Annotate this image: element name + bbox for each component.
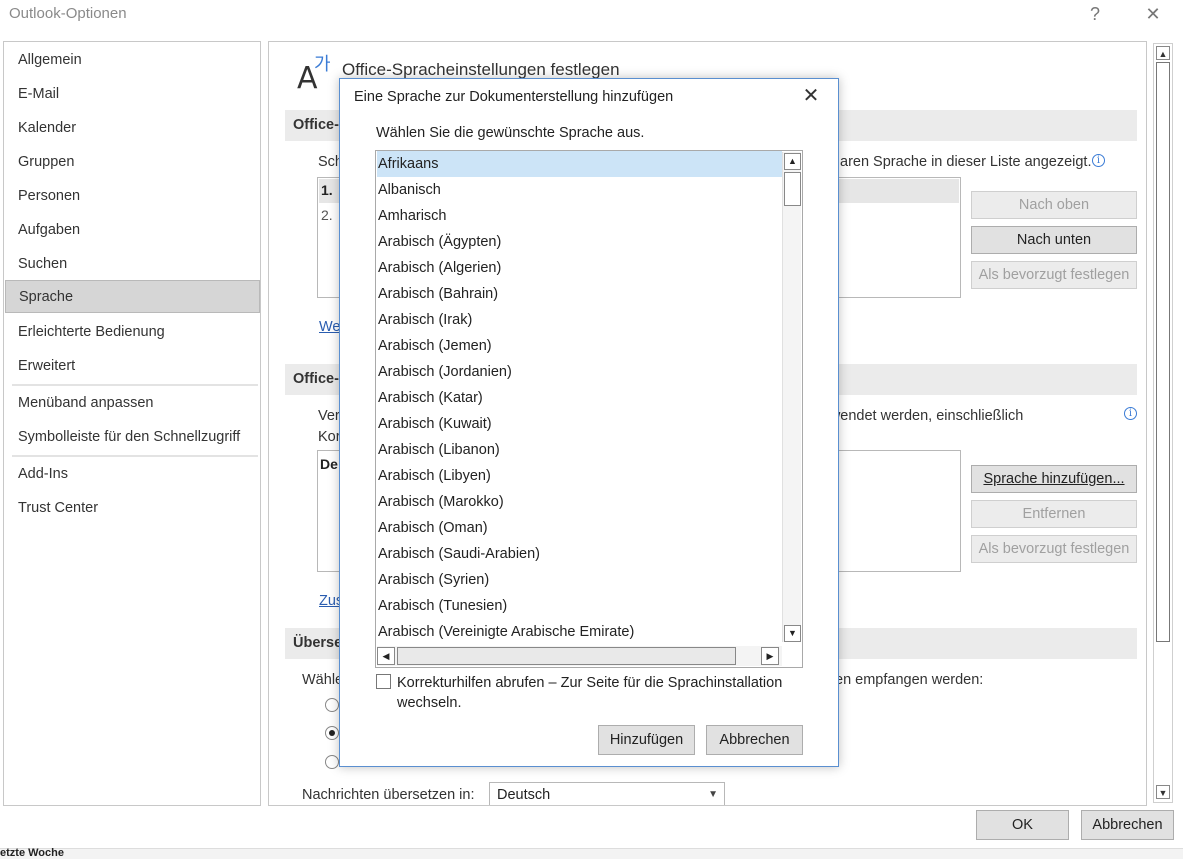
nav-item-erweitert[interactable]: Erweitert — [5, 350, 260, 383]
language-item[interactable]: Arabisch (Libanon) — [377, 437, 782, 463]
nav-item-schnellzugriff[interactable]: Symbolleiste für den Schnellzugriff — [5, 421, 260, 454]
nav-item-personen[interactable]: Personen — [5, 180, 260, 213]
language-item[interactable]: Amharisch — [377, 203, 782, 229]
proofing-tools-label[interactable]: Korrekturhilfen abrufen – Zur Seite für … — [397, 673, 782, 713]
nav-item-trust-center[interactable]: Trust Center — [5, 492, 260, 525]
section2-description-cont: rwendet werden, einschließlich — [825, 408, 1024, 424]
move-up-button[interactable]: Nach oben — [971, 191, 1137, 219]
section2-description-line2: Kor — [318, 429, 341, 445]
scroll-up-icon[interactable]: ▲ — [784, 153, 801, 170]
proofing-tools-checkbox[interactable] — [376, 674, 391, 689]
translate-into-label: Nachrichten übersetzen in: — [302, 787, 475, 803]
close-icon: ✕ — [1145, 4, 1161, 24]
add-language-dialog: Eine Sprache zur Dokumenterstellung hinz… — [339, 78, 839, 767]
dialog-cancel-button[interactable]: Abbrechen — [706, 725, 803, 755]
add-language-label: Sprache hinzufügen... — [983, 471, 1125, 487]
section3-description-cont: en empfangen werden: — [835, 672, 984, 688]
background-text: etzte Woche — [0, 847, 64, 859]
nav-item-aufgaben[interactable]: Aufgaben — [5, 214, 260, 247]
svg-text:가: 가 — [314, 54, 331, 75]
scrollbar-thumb[interactable] — [1156, 62, 1170, 642]
language-item[interactable]: Arabisch (Syrien) — [377, 567, 782, 593]
translate-language-select[interactable]: Deutsch ▼ — [489, 782, 725, 805]
language-item[interactable]: Arabisch (Jemen) — [377, 333, 782, 359]
listbox-vertical-scrollbar[interactable]: ▲ ▼ — [782, 152, 801, 642]
scroll-up-icon[interactable]: ▲ — [1156, 46, 1170, 60]
never-translate-radio[interactable] — [325, 755, 339, 769]
proofing-tools-label-line1: Korrekturhilfen abrufen – Zur Seite für … — [397, 675, 783, 691]
nav-item-gruppen[interactable]: Gruppen — [5, 146, 260, 179]
nav-item-allgemein[interactable]: Allgemein — [5, 44, 260, 77]
translate-language-value: Deutsch — [497, 787, 551, 803]
options-nav: Allgemein E-Mail Kalender Gruppen Person… — [3, 41, 261, 806]
language-icon: A 가 — [297, 52, 333, 96]
section1-description-cont: aren Sprache in dieser Liste angezeigt. — [840, 154, 1092, 170]
dialog-close-button[interactable]: ✕ — [797, 85, 825, 109]
dialog-prompt: Wählen Sie die gewünschte Sprache aus. — [376, 125, 645, 141]
background-app-strip: etzte Woche — [0, 847, 1183, 859]
scrollbar-thumb[interactable] — [397, 647, 736, 665]
nav-item-menueband-anpassen[interactable]: Menüband anpassen — [5, 387, 260, 420]
language-item[interactable]: Arabisch (Marokko) — [377, 489, 782, 515]
scroll-down-icon[interactable]: ▼ — [1156, 785, 1170, 799]
nav-item-sprache[interactable]: Sprache — [5, 280, 260, 313]
list-item[interactable]: De — [320, 456, 338, 472]
chevron-down-icon: ▼ — [708, 789, 718, 800]
language-listbox[interactable]: Afrikaans Albanisch Amharisch Arabisch (… — [375, 150, 803, 668]
language-item[interactable]: Arabisch (Jordanien) — [377, 359, 782, 385]
language-item[interactable]: Arabisch (Katar) — [377, 385, 782, 411]
language-item[interactable]: Arabisch (Bahrain) — [377, 281, 782, 307]
more-display-languages-link[interactable]: We — [319, 319, 341, 335]
language-item[interactable]: Arabisch (Vereinigte Arabische Emirate) — [377, 619, 782, 645]
language-item[interactable]: Arabisch (Irak) — [377, 307, 782, 333]
page-title: Office-Spracheinstellungen festlegen — [342, 60, 620, 79]
nav-item-suchen[interactable]: Suchen — [5, 248, 260, 281]
help-button[interactable]: ? — [1080, 2, 1110, 26]
translate-option-radio[interactable] — [325, 698, 339, 712]
section3-description: Wähle — [302, 672, 344, 688]
window-title: Outlook-Optionen — [9, 5, 127, 22]
list-item-number: 1. — [321, 182, 333, 198]
listbox-horizontal-scrollbar[interactable]: ◀ ▶ — [377, 646, 782, 666]
nav-item-kalender[interactable]: Kalender — [5, 112, 260, 145]
scroll-left-icon[interactable]: ◀ — [377, 647, 395, 665]
nav-divider — [12, 455, 258, 457]
set-preferred-authoring-button[interactable]: Als bevorzugt festlegen — [971, 535, 1137, 563]
language-item[interactable]: Arabisch (Saudi-Arabien) — [377, 541, 782, 567]
info-icon[interactable]: i — [1124, 407, 1137, 420]
ok-button[interactable]: OK — [976, 810, 1069, 840]
language-item[interactable]: Arabisch (Ägypten) — [377, 229, 782, 255]
add-language-button[interactable]: Sprache hinzufügen... — [971, 465, 1137, 493]
info-icon[interactable]: i — [1092, 154, 1105, 167]
section2-description: Ver — [318, 408, 340, 424]
language-item[interactable]: Arabisch (Oman) — [377, 515, 782, 541]
scroll-down-icon[interactable]: ▼ — [784, 625, 801, 642]
language-item[interactable]: Arabisch (Kuwait) — [377, 411, 782, 437]
nav-divider — [12, 384, 258, 386]
nav-item-erleichterte-bedienung[interactable]: Erleichterte Bedienung — [5, 316, 260, 349]
dialog-title: Eine Sprache zur Dokumenterstellung hinz… — [354, 89, 674, 105]
scrollbar-thumb[interactable] — [784, 172, 801, 206]
set-preferred-button[interactable]: Als bevorzugt festlegen — [971, 261, 1137, 289]
list-item[interactable]: 2. — [321, 207, 333, 223]
proofing-tools-label-line2: wechseln. — [397, 695, 462, 711]
add-button[interactable]: Hinzufügen — [598, 725, 695, 755]
language-item[interactable]: Arabisch (Algerien) — [377, 255, 782, 281]
remove-language-button[interactable]: Entfernen — [971, 500, 1137, 528]
close-window-button[interactable]: ✕ — [1138, 2, 1168, 26]
move-down-button[interactable]: Nach unten — [971, 226, 1137, 254]
nav-item-add-ins[interactable]: Add-Ins — [5, 458, 260, 491]
language-item[interactable]: Albanisch — [377, 177, 782, 203]
language-item-afrikaans[interactable]: Afrikaans — [377, 151, 782, 177]
main-scrollbar[interactable]: ▲ ▼ — [1153, 43, 1173, 803]
help-icon: ? — [1089, 4, 1100, 24]
language-item[interactable]: Arabisch (Tunesien) — [377, 593, 782, 619]
language-item[interactable]: Arabisch (Libyen) — [377, 463, 782, 489]
close-icon: ✕ — [802, 85, 820, 107]
scroll-right-icon[interactable]: ▶ — [761, 647, 779, 665]
nav-item-email[interactable]: E-Mail — [5, 78, 260, 111]
translate-option-radio[interactable] — [325, 726, 339, 740]
cancel-button[interactable]: Abbrechen — [1081, 810, 1174, 840]
